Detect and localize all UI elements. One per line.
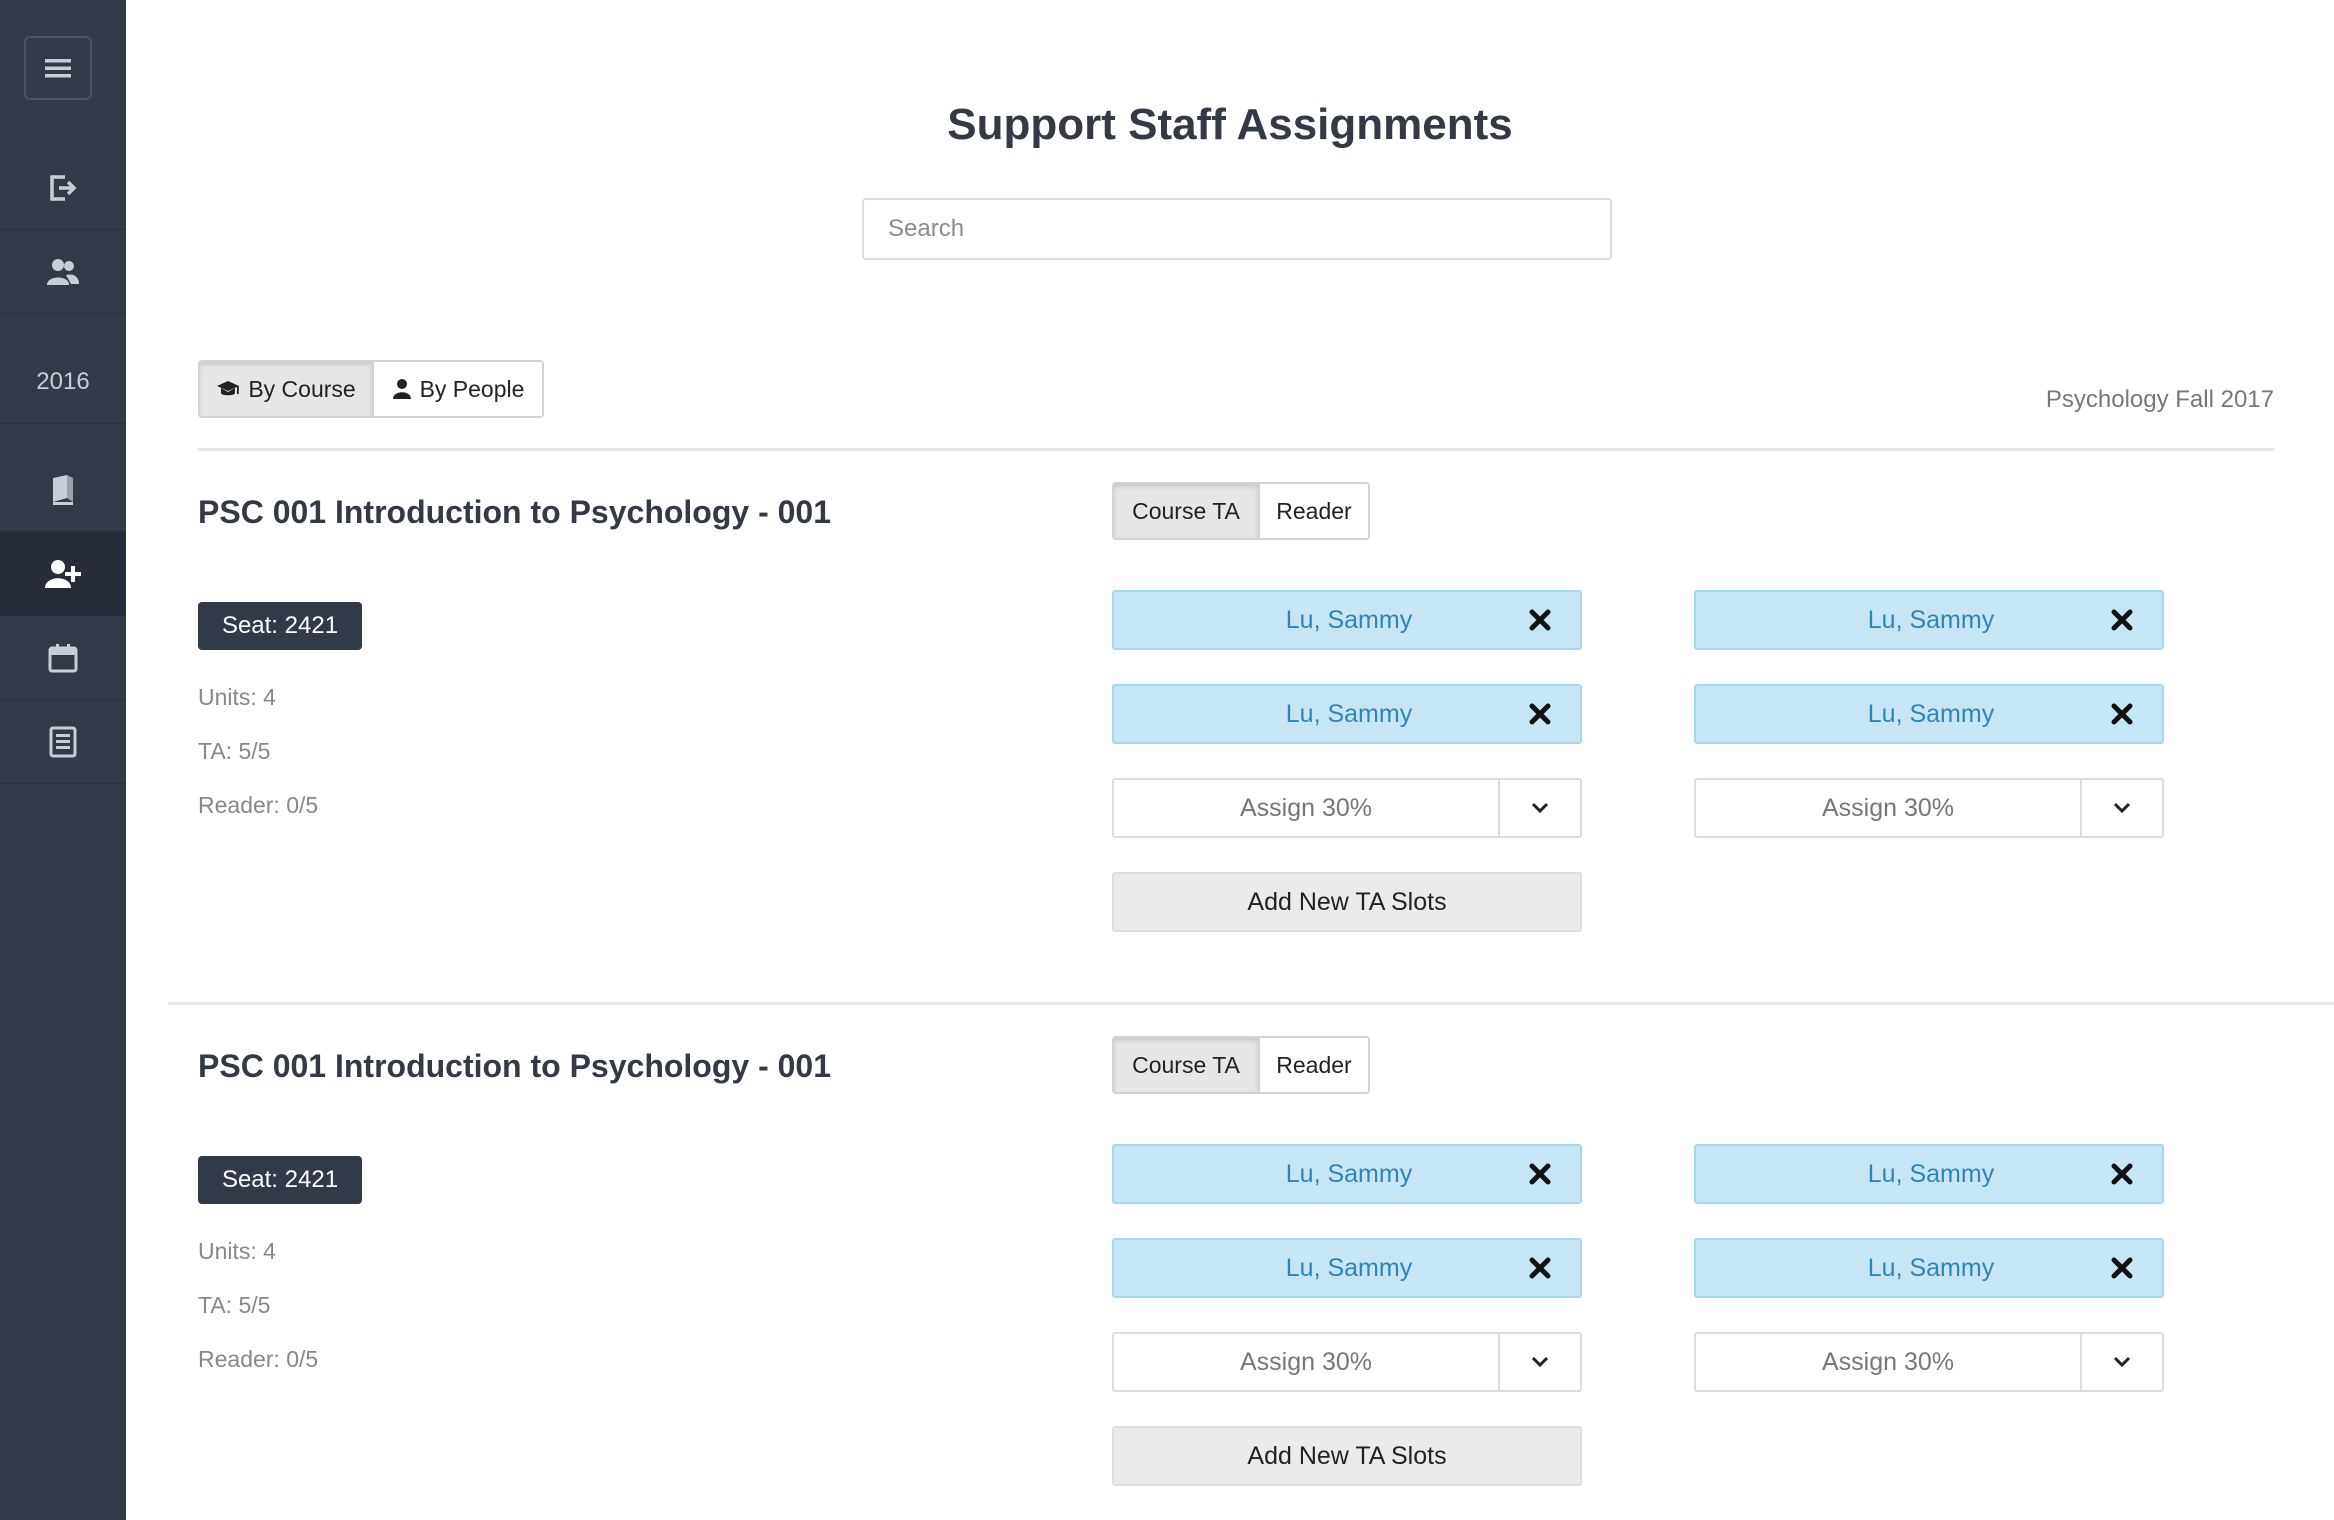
report-icon xyxy=(49,726,77,757)
assigned-ta-chip: Lu, Sammy xyxy=(1112,684,1582,744)
by-people-button[interactable]: By People xyxy=(372,362,542,416)
assigned-ta-name: Lu, Sammy xyxy=(1285,700,1413,728)
assigned-ta-name: Lu, Sammy xyxy=(1285,1160,1413,1188)
assigned-ta-chip: Lu, Sammy xyxy=(1694,684,2164,744)
reader-count-label: Reader: 0/5 xyxy=(198,792,319,818)
remove-icon[interactable] xyxy=(1526,606,1554,634)
remove-icon[interactable] xyxy=(1526,1254,1554,1282)
by-course-label: By Course xyxy=(248,375,356,402)
assigned-ta-chip: Lu, Sammy xyxy=(1112,1144,1582,1204)
nav-assign-staff[interactable] xyxy=(0,532,126,616)
book-icon xyxy=(53,474,73,505)
add-ta-slots-button[interactable]: Add New TA Slots xyxy=(1112,1426,1582,1486)
assigned-ta-chip: Lu, Sammy xyxy=(1112,590,1582,650)
remove-icon[interactable] xyxy=(2108,700,2136,728)
dropdown-toggle[interactable] xyxy=(2080,780,2162,836)
remove-icon[interactable] xyxy=(2108,1160,2136,1188)
course-title: PSC 001 Introduction to Psychology - 001 xyxy=(198,1048,832,1084)
remove-icon[interactable] xyxy=(2108,1254,2136,1282)
role-toggle: Course TA Reader xyxy=(1112,482,1370,540)
assigned-ta-chip: Lu, Sammy xyxy=(1694,1238,2164,1298)
reader-count-label: Reader: 0/5 xyxy=(198,1346,319,1372)
page-title: Support Staff Assignments xyxy=(947,100,1513,149)
course-title: PSC 001 Introduction to Psychology - 001 xyxy=(198,494,832,530)
term-label: Psychology Fall 2017 xyxy=(2045,386,2274,413)
remove-icon[interactable] xyxy=(1526,1160,1554,1188)
add-ta-slots-button[interactable]: Add New TA Slots xyxy=(1112,872,1582,932)
view-toggle: By Course By People xyxy=(198,360,544,418)
nav-users[interactable] xyxy=(0,230,126,314)
ta-count-label: TA: 5/5 xyxy=(198,1292,271,1318)
course-ta-tab[interactable]: Course TA xyxy=(1114,484,1258,538)
menu-icon xyxy=(45,59,71,78)
ta-count-label: TA: 5/5 xyxy=(198,738,271,764)
remove-icon[interactable] xyxy=(2108,606,2136,634)
chevron-down-icon xyxy=(1531,1356,1549,1368)
role-toggle: Course TA Reader xyxy=(1112,1036,1370,1094)
nav-calendar[interactable] xyxy=(0,616,126,700)
assign-select[interactable]: Assign 30% xyxy=(1112,778,1582,838)
assign-select-label: Assign 30% xyxy=(1821,794,1955,822)
dropdown-toggle[interactable] xyxy=(2080,1334,2162,1390)
assign-select-label: Assign 30% xyxy=(1239,1348,1373,1376)
seat-badge: Seat: 2421 xyxy=(198,1156,362,1204)
divider xyxy=(198,448,2274,451)
assigned-ta-chip: Lu, Sammy xyxy=(1112,1238,1582,1298)
assign-select-label: Assign 30% xyxy=(1239,794,1373,822)
assigned-ta-name: Lu, Sammy xyxy=(1867,700,1995,728)
assign-select[interactable]: Assign 30% xyxy=(1112,1332,1582,1392)
dropdown-toggle[interactable] xyxy=(1498,1334,1580,1390)
user-icon xyxy=(392,379,411,399)
section-divider xyxy=(168,1002,2334,1005)
by-people-label: By People xyxy=(419,375,525,402)
nav-year[interactable]: 2016 xyxy=(0,340,126,424)
nav-courses[interactable] xyxy=(0,448,126,532)
units-label: Units: 4 xyxy=(198,684,276,710)
assigned-ta-chip: Lu, Sammy xyxy=(1694,590,2164,650)
calendar-icon xyxy=(48,643,78,672)
reader-tab[interactable]: Reader xyxy=(1258,484,1368,538)
nav-reports[interactable] xyxy=(0,700,126,784)
assigned-ta-name: Lu, Sammy xyxy=(1285,1254,1413,1282)
by-course-button[interactable]: By Course xyxy=(200,362,372,416)
sidebar: 2016 xyxy=(0,0,126,1520)
assigned-ta-name: Lu, Sammy xyxy=(1867,1160,1995,1188)
assign-select-label: Assign 30% xyxy=(1821,1348,1955,1376)
chevron-down-icon xyxy=(2113,1356,2131,1368)
reader-tab[interactable]: Reader xyxy=(1258,1038,1368,1092)
add-user-icon xyxy=(45,559,81,588)
year-label: 2016 xyxy=(36,367,90,395)
assigned-ta-name: Lu, Sammy xyxy=(1867,1254,1995,1282)
assign-select[interactable]: Assign 30% xyxy=(1694,778,2164,838)
assign-select[interactable]: Assign 30% xyxy=(1694,1332,2164,1392)
assigned-ta-name: Lu, Sammy xyxy=(1285,606,1413,634)
dropdown-toggle[interactable] xyxy=(1498,780,1580,836)
seat-badge: Seat: 2421 xyxy=(198,602,362,650)
graduation-cap-icon xyxy=(217,381,240,396)
assigned-ta-name: Lu, Sammy xyxy=(1867,606,1995,634)
nav-sign-out[interactable] xyxy=(0,146,126,230)
assigned-ta-chip: Lu, Sammy xyxy=(1694,1144,2164,1204)
users-icon xyxy=(47,258,79,285)
search-input[interactable] xyxy=(862,198,1612,260)
course-ta-tab[interactable]: Course TA xyxy=(1114,1038,1258,1092)
units-label: Units: 4 xyxy=(198,1238,276,1264)
remove-icon[interactable] xyxy=(1526,700,1554,728)
sign-out-icon xyxy=(50,174,77,201)
chevron-down-icon xyxy=(2113,802,2131,814)
menu-toggle-button[interactable] xyxy=(24,36,92,100)
chevron-down-icon xyxy=(1531,802,1549,814)
